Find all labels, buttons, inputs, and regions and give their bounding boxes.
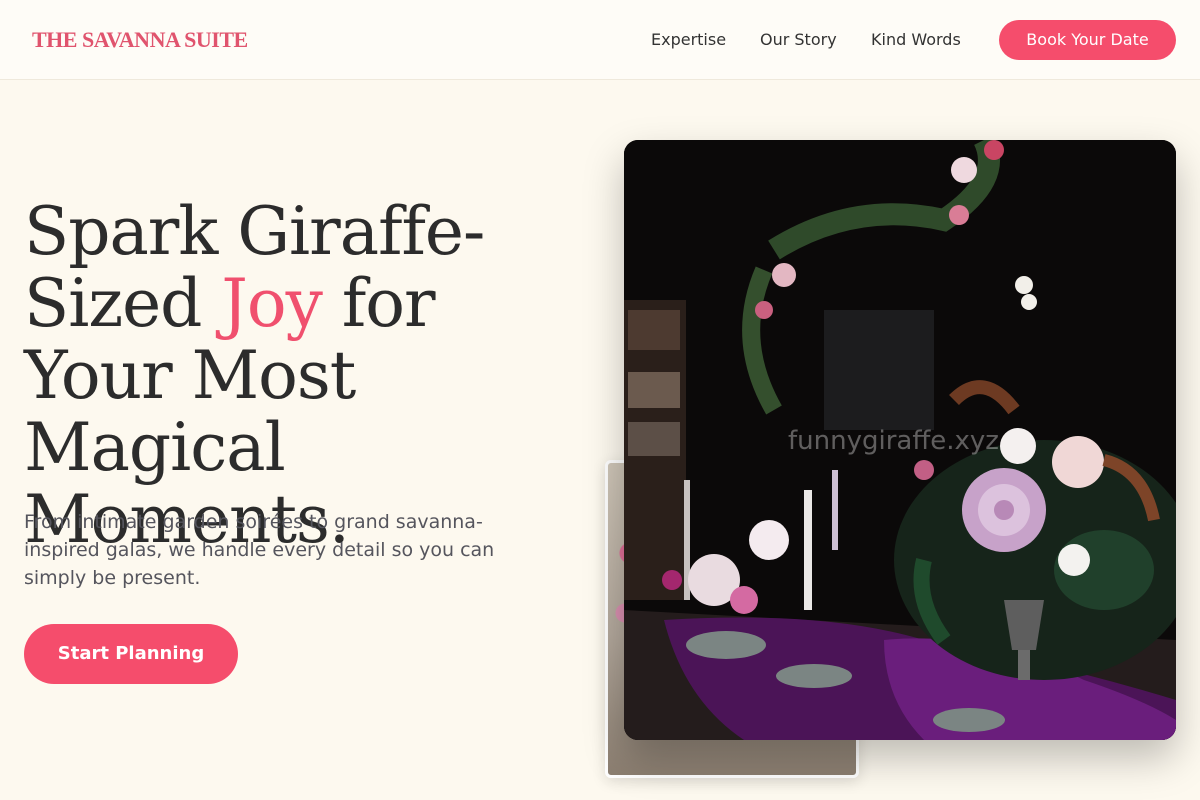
nav-link-expertise[interactable]: Expertise (651, 30, 726, 49)
hero-title-accent: Joy (221, 265, 322, 342)
site-header: THE SAVANNA SUITE Expertise Our Story Ki… (0, 0, 1200, 80)
hero-subtitle: From intimate garden soirées to grand sa… (24, 511, 495, 589)
nav-link-our-story[interactable]: Our Story (760, 30, 837, 49)
site-logo[interactable]: THE SAVANNA SUITE (32, 27, 248, 53)
book-your-date-button[interactable]: Book Your Date (999, 20, 1176, 60)
start-planning-button[interactable]: Start Planning (24, 624, 238, 684)
nav-link-kind-words[interactable]: Kind Words (871, 30, 961, 49)
hero-title: Spark Giraffe-Sized Joy for Your Most Ma… (24, 196, 594, 556)
main-photo: funnygiraffe.xyz (624, 140, 1176, 740)
photo-watermark: funnygiraffe.xyz (788, 426, 999, 456)
